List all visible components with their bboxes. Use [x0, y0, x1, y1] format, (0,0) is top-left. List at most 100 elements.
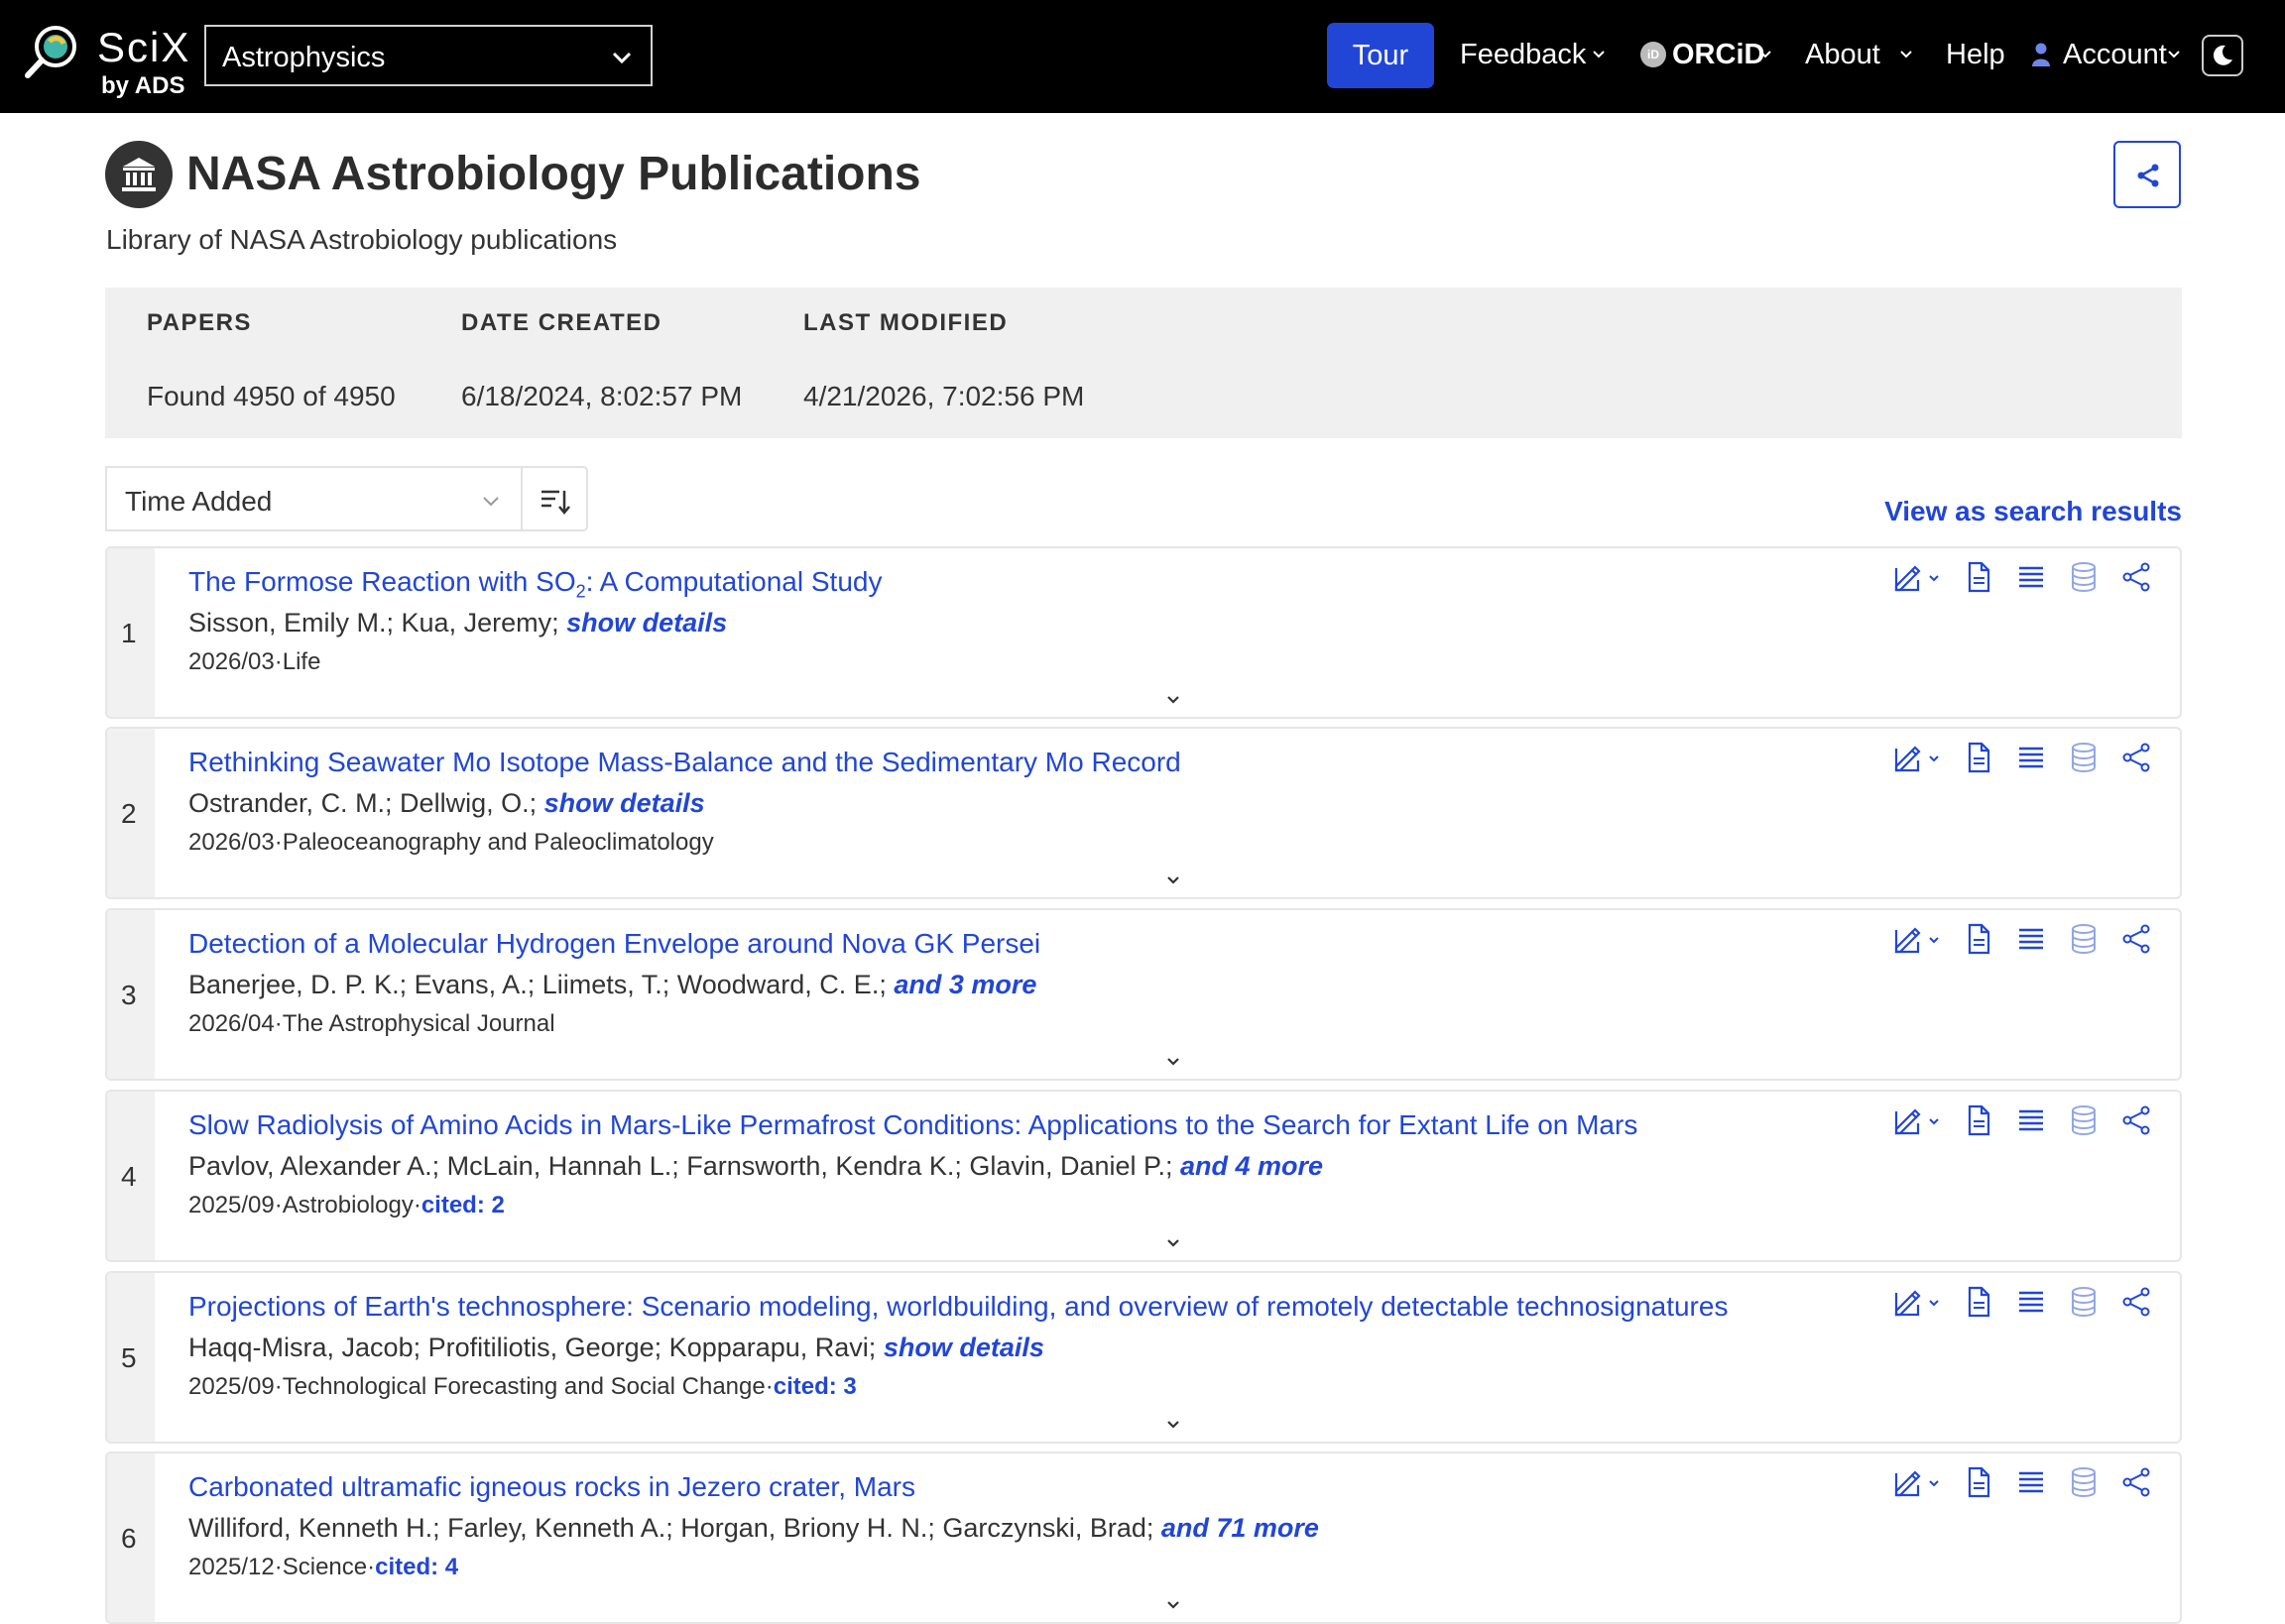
edit-icon — [1894, 1290, 1921, 1317]
expand-chevron-icon[interactable] — [1162, 870, 1184, 891]
show-more-authors-link[interactable]: and 4 more — [1180, 1151, 1323, 1181]
scix-logo[interactable]: SciX by ADS — [24, 20, 192, 99]
edit-menu-button[interactable] — [1892, 560, 1939, 594]
share-record-button[interactable] — [2119, 1465, 2153, 1499]
result-authors: Pavlov, Alexander A.; McLain, Hannah L.;… — [188, 1149, 1323, 1183]
edit-menu-button[interactable] — [1892, 1103, 1939, 1137]
data-products-button[interactable] — [2067, 741, 2101, 774]
full-text-button[interactable] — [1962, 1465, 1995, 1499]
show-more-authors-link[interactable]: show details — [884, 1333, 1044, 1362]
result-item: 1 The Formose Reaction with SO2: A Comput… — [105, 546, 2182, 719]
data-products-button[interactable] — [2067, 1285, 2101, 1319]
result-meta: 2025/09·Astrobiology·cited: 2 — [188, 1191, 505, 1220]
result-actions — [1892, 1103, 2160, 1143]
share-record-button[interactable] — [2119, 741, 2153, 774]
expand-chevron-icon[interactable] — [1162, 1594, 1184, 1616]
result-title-link[interactable]: Slow Radiolysis of Amino Acids in Mars-L… — [188, 1107, 1637, 1153]
date-created-label: DATE CREATED — [461, 309, 662, 336]
show-more-authors-link[interactable]: show details — [544, 788, 705, 818]
data-products-button[interactable] — [2067, 560, 2101, 594]
result-meta: 2025/12·Science·cited: 4 — [188, 1553, 458, 1582]
result-index: 1 — [121, 618, 137, 648]
edit-menu-button[interactable] — [1892, 741, 1939, 774]
document-icon — [1968, 561, 1990, 593]
edit-menu-button[interactable] — [1892, 922, 1939, 956]
full-text-button[interactable] — [1962, 560, 1995, 594]
sort-direction-button[interactable] — [521, 466, 588, 531]
show-more-authors-link[interactable]: show details — [566, 608, 727, 638]
discipline-select[interactable]: Astrophysics — [204, 25, 653, 86]
edit-icon — [1894, 927, 1921, 954]
abstract-button[interactable] — [2014, 1285, 2048, 1319]
result-title-text: The Formose Reaction with SO — [188, 566, 576, 597]
show-more-authors-link[interactable]: and 3 more — [894, 970, 1036, 999]
expand-chevron-icon[interactable] — [1162, 1051, 1184, 1073]
last-modified-value: 4/21/2026, 7:02:56 PM — [803, 381, 1085, 411]
citation-count-link[interactable]: cited: 3 — [774, 1373, 857, 1400]
result-item: 5 Projections of Earth's technosphere: Sc… — [105, 1271, 2182, 1444]
result-title-link[interactable]: Detection of a Molecular Hydrogen Envelo… — [188, 926, 1040, 972]
result-actions — [1892, 922, 2160, 962]
result-authors: Banerjee, D. P. K.; Evans, A.; Liimets, … — [188, 968, 1036, 1001]
show-more-authors-link[interactable]: and 71 more — [1161, 1513, 1319, 1543]
share-library-button[interactable] — [2113, 141, 2181, 208]
citation-count-link[interactable]: cited: 2 — [421, 1192, 505, 1218]
data-products-button[interactable] — [2067, 1103, 2101, 1137]
share-icon — [2122, 743, 2150, 772]
library-stats: PAPERS Found 4950 of 4950 DATE CREATED 6… — [105, 288, 2182, 438]
expand-chevron-icon[interactable] — [1162, 1414, 1184, 1436]
list-icon — [2019, 928, 2043, 950]
list-icon — [2019, 1471, 2043, 1493]
sort-select[interactable]: Time Added — [105, 466, 522, 531]
sort-value: Time Added — [125, 486, 273, 517]
data-products-button[interactable] — [2067, 922, 2101, 956]
abstract-button[interactable] — [2014, 1103, 2048, 1137]
publication-info: 2026/04·The Astrophysical Journal — [188, 1010, 555, 1037]
citation-count-link[interactable]: cited: 4 — [375, 1554, 458, 1580]
author-list: Haqq-Misra, Jacob; Profitiliotis, George… — [188, 1333, 884, 1362]
chevron-down-icon — [1929, 1300, 1939, 1307]
full-text-button[interactable] — [1962, 1103, 1995, 1137]
view-as-search-results-link[interactable]: View as search results — [1884, 496, 2182, 527]
result-title-link[interactable]: Carbonated ultramafic igneous rocks in J… — [188, 1469, 915, 1515]
abstract-button[interactable] — [2014, 922, 2048, 956]
edit-menu-button[interactable] — [1892, 1285, 1939, 1319]
author-list: Williford, Kenneth H.; Farley, Kenneth A… — [188, 1513, 1161, 1543]
result-title-text: Rethinking Seawater Mo Isotope Mass-Bala… — [188, 747, 1181, 777]
result-actions — [1892, 1285, 2160, 1325]
chevron-down-icon — [612, 52, 632, 64]
full-text-button[interactable] — [1962, 922, 1995, 956]
share-record-button[interactable] — [2119, 1285, 2153, 1319]
share-record-button[interactable] — [2119, 560, 2153, 594]
result-title-link[interactable]: The Formose Reaction with SO2: A Computa… — [188, 564, 882, 610]
publication-info: 2025/09·Astrobiology· — [188, 1192, 421, 1218]
papers-label: PAPERS — [147, 309, 252, 336]
author-list: Pavlov, Alexander A.; McLain, Hannah L.;… — [188, 1151, 1181, 1181]
theme-toggle-button[interactable] — [2202, 35, 2243, 76]
edit-menu-button[interactable] — [1892, 1465, 1939, 1499]
author-list: Sisson, Emily M.; Kua, Jeremy; — [188, 608, 567, 638]
edit-icon — [1894, 565, 1921, 592]
share-record-button[interactable] — [2119, 922, 2153, 956]
share-record-button[interactable] — [2119, 1103, 2153, 1137]
expand-chevron-icon[interactable] — [1162, 1232, 1184, 1254]
result-title-link[interactable]: Rethinking Seawater Mo Isotope Mass-Bala… — [188, 745, 1181, 790]
result-title-link[interactable]: Projections of Earth's technosphere: Sce… — [188, 1289, 1728, 1334]
full-text-button[interactable] — [1962, 741, 1995, 774]
about-menu[interactable]: About — [1805, 38, 1880, 71]
data-products-button[interactable] — [2067, 1465, 2101, 1499]
abstract-button[interactable] — [2014, 1465, 2048, 1499]
abstract-button[interactable] — [2014, 741, 2048, 774]
account-menu[interactable]: Account — [2063, 38, 2167, 71]
abstract-button[interactable] — [2014, 560, 2048, 594]
orcid-menu[interactable]: ORCiD — [1672, 38, 1764, 71]
result-title-text: Slow Radiolysis of Amino Acids in Mars-L… — [188, 1109, 1638, 1140]
help-link[interactable]: Help — [1946, 38, 2005, 71]
feedback-menu[interactable]: Feedback — [1460, 38, 1586, 71]
full-text-button[interactable] — [1962, 1285, 1995, 1319]
result-index: 3 — [121, 980, 137, 1010]
expand-chevron-icon[interactable] — [1162, 689, 1184, 711]
chevron-down-icon — [1929, 1118, 1939, 1125]
list-icon — [2019, 1109, 2043, 1131]
tour-button[interactable]: Tour — [1327, 23, 1434, 88]
